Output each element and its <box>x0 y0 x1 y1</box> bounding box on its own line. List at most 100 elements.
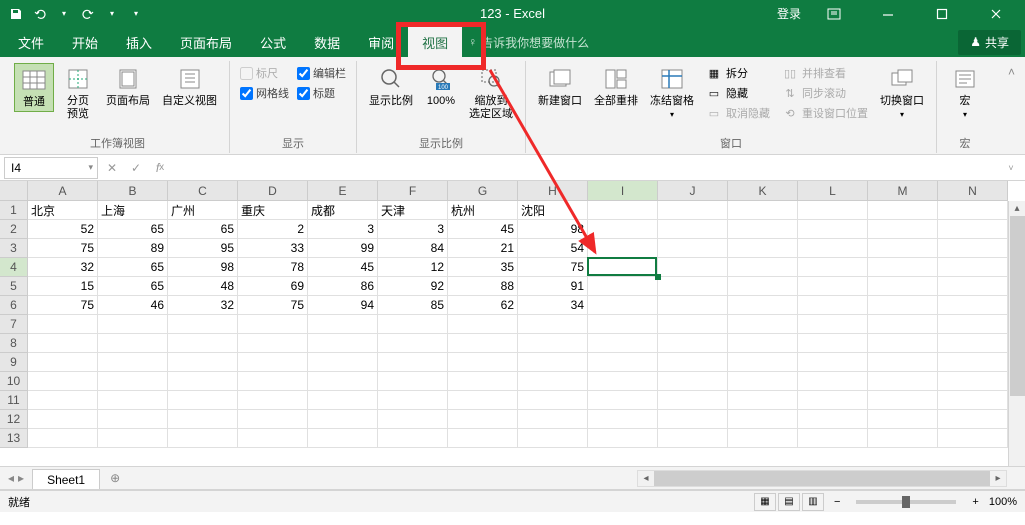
cell[interactable] <box>168 429 238 448</box>
cell[interactable] <box>728 296 798 315</box>
cell[interactable] <box>238 353 308 372</box>
cell[interactable] <box>448 334 518 353</box>
cell[interactable] <box>798 315 868 334</box>
cell[interactable]: 45 <box>308 258 378 277</box>
cell[interactable] <box>728 220 798 239</box>
normal-view-button[interactable]: 普通 <box>14 63 54 112</box>
page-layout-button[interactable]: 页面布局 <box>102 63 154 110</box>
cell[interactable] <box>308 372 378 391</box>
cell[interactable]: 98 <box>168 258 238 277</box>
gridlines-checkbox[interactable]: 网格线 <box>238 83 291 103</box>
cell[interactable] <box>868 429 938 448</box>
scroll-thumb[interactable] <box>1010 216 1025 396</box>
cell[interactable]: 75 <box>238 296 308 315</box>
scroll-right-icon[interactable]: ▸ <box>990 471 1006 486</box>
vertical-scrollbar[interactable]: ▴ <box>1008 201 1025 466</box>
cell[interactable] <box>658 315 728 334</box>
row-header[interactable]: 13 <box>0 429 28 448</box>
cell[interactable]: 21 <box>448 239 518 258</box>
ribbon-options-icon[interactable] <box>813 0 855 27</box>
cell[interactable]: 78 <box>238 258 308 277</box>
cell[interactable] <box>238 429 308 448</box>
login-button[interactable]: 登录 <box>777 5 801 22</box>
cell[interactable]: 杭州 <box>448 201 518 220</box>
cell[interactable] <box>28 410 98 429</box>
cell[interactable] <box>378 372 448 391</box>
cell[interactable] <box>518 391 588 410</box>
save-icon[interactable] <box>8 6 24 22</box>
cell[interactable] <box>658 391 728 410</box>
cell[interactable] <box>588 410 658 429</box>
add-sheet-button[interactable]: ⊕ <box>100 467 130 489</box>
cell[interactable] <box>728 391 798 410</box>
cell[interactable]: 65 <box>98 277 168 296</box>
cell[interactable]: 32 <box>168 296 238 315</box>
cell[interactable] <box>168 372 238 391</box>
cell[interactable]: 52 <box>28 220 98 239</box>
cell[interactable] <box>518 429 588 448</box>
select-all-button[interactable] <box>0 181 28 201</box>
cell[interactable] <box>168 410 238 429</box>
cell[interactable]: 94 <box>308 296 378 315</box>
cell[interactable] <box>238 410 308 429</box>
row-header[interactable]: 11 <box>0 391 28 410</box>
enter-icon[interactable]: ✓ <box>126 158 146 178</box>
cell[interactable] <box>658 258 728 277</box>
page-layout-shortcut[interactable]: ▤ <box>778 493 800 511</box>
cell[interactable] <box>798 220 868 239</box>
name-box[interactable]: I4 <box>4 157 98 179</box>
cell[interactable] <box>448 429 518 448</box>
cell[interactable] <box>28 391 98 410</box>
row-header[interactable]: 5 <box>0 277 28 296</box>
cell[interactable] <box>168 391 238 410</box>
col-header[interactable]: G <box>448 181 518 201</box>
cell[interactable] <box>658 201 728 220</box>
cell[interactable] <box>448 353 518 372</box>
cell[interactable] <box>868 277 938 296</box>
freeze-panes-button[interactable]: 冻结窗格 ▾ <box>646 63 698 123</box>
cancel-icon[interactable]: ✕ <box>102 158 122 178</box>
cell[interactable]: 33 <box>238 239 308 258</box>
cell[interactable] <box>798 353 868 372</box>
row-header[interactable]: 1 <box>0 201 28 220</box>
cell[interactable]: 91 <box>518 277 588 296</box>
cell[interactable] <box>238 372 308 391</box>
cell[interactable] <box>868 296 938 315</box>
zoom-out-button[interactable]: − <box>834 496 840 508</box>
cell[interactable]: 34 <box>518 296 588 315</box>
fx-icon[interactable]: fx <box>150 158 170 178</box>
cell[interactable]: 89 <box>98 239 168 258</box>
cell[interactable] <box>98 391 168 410</box>
cell[interactable]: 48 <box>168 277 238 296</box>
cell[interactable] <box>588 372 658 391</box>
cell[interactable] <box>798 372 868 391</box>
cell[interactable] <box>728 334 798 353</box>
cell[interactable] <box>518 334 588 353</box>
cell[interactable] <box>938 391 1008 410</box>
cell[interactable] <box>868 201 938 220</box>
cell[interactable] <box>518 353 588 372</box>
zoom-level[interactable]: 100% <box>989 496 1017 508</box>
custom-view-button[interactable]: 自定义视图 <box>158 63 221 110</box>
zoom-selection-button[interactable]: 缩放到 选定区域 <box>465 63 517 123</box>
page-break-shortcut[interactable]: ▥ <box>802 493 824 511</box>
col-header[interactable]: D <box>238 181 308 201</box>
cell[interactable] <box>868 372 938 391</box>
switch-window-button[interactable]: 切换窗口 ▾ <box>876 63 928 123</box>
cell[interactable] <box>658 334 728 353</box>
cell[interactable] <box>588 296 658 315</box>
tab-insert[interactable]: 插入 <box>112 27 166 57</box>
cell[interactable] <box>658 277 728 296</box>
new-window-button[interactable]: 新建窗口 <box>534 63 586 110</box>
cell[interactable] <box>868 220 938 239</box>
cell[interactable] <box>868 239 938 258</box>
cell[interactable] <box>798 429 868 448</box>
cell[interactable]: 北京 <box>28 201 98 220</box>
cell[interactable] <box>378 353 448 372</box>
cell[interactable] <box>238 391 308 410</box>
cell[interactable]: 2 <box>238 220 308 239</box>
col-header[interactable]: L <box>798 181 868 201</box>
cell[interactable] <box>868 334 938 353</box>
cell[interactable] <box>518 372 588 391</box>
cell[interactable] <box>938 239 1008 258</box>
